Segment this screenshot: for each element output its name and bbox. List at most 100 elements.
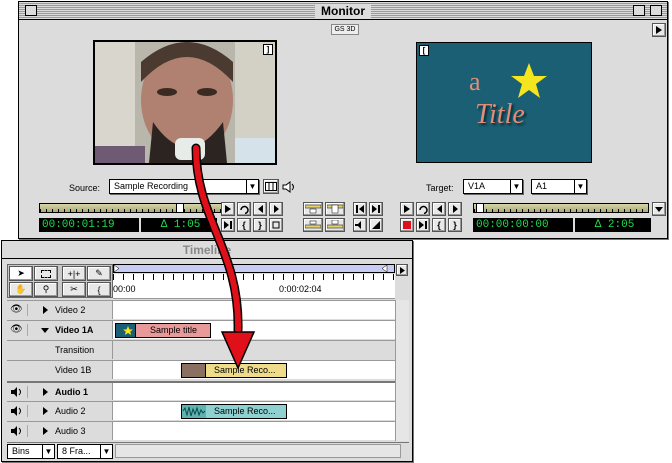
- source-marker-icon[interactable]: ]: [263, 44, 273, 55]
- program-next-edit-button[interactable]: [416, 218, 430, 232]
- track-header[interactable]: Audio 3: [7, 422, 113, 440]
- horizontal-scrollbar[interactable]: [115, 444, 401, 458]
- source-mark-in-button[interactable]: {: [237, 218, 251, 232]
- waveform-icon: [182, 405, 206, 418]
- insert-button[interactable]: [303, 202, 323, 216]
- go-to-out-button[interactable]: [369, 202, 383, 216]
- track-header[interactable]: 👁 Video 2: [7, 301, 113, 319]
- lift-button[interactable]: [303, 218, 323, 232]
- program-step-forward-button[interactable]: [448, 202, 462, 216]
- program-timecode[interactable]: 00:00:00:00: [473, 218, 573, 232]
- track-lane[interactable]: [113, 301, 395, 319]
- vertical-scrollbar[interactable]: [395, 300, 409, 441]
- track-header[interactable]: Audio 1: [7, 383, 113, 400]
- audio-follow-button[interactable]: [353, 218, 367, 232]
- go-to-in-button[interactable]: [353, 202, 367, 216]
- program-step-back-button[interactable]: [432, 202, 446, 216]
- zoom-tool[interactable]: ⚲: [34, 282, 58, 297]
- in-out-tool[interactable]: {: [87, 282, 111, 297]
- range-select-tool[interactable]: [34, 266, 58, 281]
- track-header[interactable]: 👁 Video 1A: [7, 321, 113, 339]
- close-box[interactable]: [25, 5, 37, 16]
- rolling-edit-tool[interactable]: ✎: [87, 266, 111, 281]
- hand-tool[interactable]: ✋: [9, 282, 33, 297]
- timeline-menu-button[interactable]: [396, 264, 408, 276]
- source-jog-thumb[interactable]: [176, 203, 184, 213]
- collapse-box[interactable]: [650, 5, 662, 16]
- source-play-button[interactable]: [221, 202, 235, 216]
- program-menu-button[interactable]: [652, 202, 666, 216]
- track-video-1b: Video 1B Sample Reco...: [7, 360, 395, 379]
- source-jog-slider[interactable]: [39, 203, 233, 213]
- lock-slot[interactable]: [27, 324, 37, 336]
- source-timecode[interactable]: 00:00:01:19: [39, 218, 139, 232]
- track-lane[interactable]: [113, 383, 395, 400]
- snap-icon: [372, 221, 380, 229]
- lock-slot[interactable]: [27, 304, 37, 316]
- track-lane[interactable]: [113, 341, 395, 359]
- track-header[interactable]: Video 1B: [7, 361, 113, 379]
- track-header[interactable]: Transition: [7, 341, 113, 359]
- extract-button[interactable]: [325, 218, 345, 232]
- lock-slot[interactable]: [27, 425, 37, 437]
- track-tool[interactable]: +|+: [62, 266, 86, 281]
- monitor-titlebar[interactable]: Monitor: [19, 2, 667, 20]
- razor-tool[interactable]: ✂: [62, 282, 86, 297]
- speaker-icon[interactable]: [11, 426, 23, 436]
- bins-dropdown[interactable]: Bins ▼: [7, 444, 55, 459]
- source-mark-out-button[interactable]: }: [253, 218, 267, 232]
- program-title-word: Title: [475, 99, 525, 130]
- source-loop-button[interactable]: [237, 202, 251, 216]
- title-clip[interactable]: Sample title: [115, 323, 211, 338]
- work-area-bar[interactable]: [113, 264, 395, 273]
- expand-triangle-icon[interactable]: [43, 306, 48, 314]
- audio-speaker-button[interactable]: [281, 179, 297, 194]
- next-edit-icon: [224, 221, 232, 229]
- expand-triangle-icon[interactable]: [43, 407, 48, 415]
- audio-clip[interactable]: Sample Reco...: [181, 404, 287, 419]
- timeline-titlebar[interactable]: Timeline: [2, 241, 412, 259]
- track-lane[interactable]: Sample Reco...: [113, 361, 395, 379]
- mode-badge[interactable]: GS 3D: [331, 24, 359, 35]
- expand-triangle-icon[interactable]: [43, 388, 48, 396]
- program-mark-out-button[interactable]: }: [448, 218, 462, 232]
- lock-slot[interactable]: [27, 386, 37, 398]
- track-header[interactable]: Audio 2: [7, 402, 113, 420]
- zoom-level-dropdown[interactable]: 8 Fra... ▼: [57, 444, 113, 459]
- eye-icon[interactable]: 👁: [10, 324, 24, 336]
- source-viewer[interactable]: ]: [93, 40, 277, 165]
- target-audio-dropdown[interactable]: A1 ▼: [531, 179, 587, 194]
- program-marker-icon[interactable]: [: [419, 45, 429, 56]
- source-next-edit-button[interactable]: [221, 218, 235, 232]
- program-mark-in-button[interactable]: {: [432, 218, 446, 232]
- track-lane[interactable]: Sample Reco...: [113, 402, 395, 420]
- program-jog-thumb[interactable]: [476, 203, 484, 213]
- target-video-dropdown[interactable]: V1A ▼: [463, 179, 523, 194]
- menu-arrow-button[interactable]: [652, 23, 666, 37]
- expand-triangle-icon[interactable]: [43, 427, 48, 435]
- source-step-back-button[interactable]: [253, 202, 267, 216]
- collapse-triangle-icon[interactable]: [41, 328, 49, 333]
- program-jog-slider[interactable]: [473, 203, 649, 213]
- source-dropdown[interactable]: Sample Recording ▼: [109, 179, 259, 194]
- overlay-button[interactable]: [325, 202, 345, 216]
- eye-icon[interactable]: 👁: [10, 304, 24, 316]
- track-lane[interactable]: Sample title: [113, 321, 395, 339]
- selection-tool[interactable]: ➤: [9, 266, 33, 281]
- program-loop-button[interactable]: [416, 202, 430, 216]
- snap-button[interactable]: [369, 218, 383, 232]
- speaker-icon[interactable]: [11, 387, 23, 397]
- lock-slot[interactable]: [27, 405, 37, 417]
- track-lane[interactable]: [113, 422, 395, 440]
- program-viewer[interactable]: [ a Title: [416, 42, 592, 163]
- source-step-forward-button[interactable]: [269, 202, 283, 216]
- source-clear-marks-button[interactable]: [269, 218, 283, 232]
- timeline-window: Timeline ➤ +|+ ✎ ✋ ⚲ ✂ { 00:00 0:00:02:0…: [1, 240, 413, 462]
- filmstrip-button[interactable]: [263, 179, 279, 194]
- speaker-icon[interactable]: [11, 406, 23, 416]
- time-ruler[interactable]: 00:00 0:00:02:04: [113, 274, 395, 299]
- program-play-button[interactable]: [400, 202, 414, 216]
- video-clip[interactable]: Sample Reco...: [181, 363, 287, 378]
- zoom-box[interactable]: [633, 5, 645, 16]
- program-record-button[interactable]: [400, 218, 414, 232]
